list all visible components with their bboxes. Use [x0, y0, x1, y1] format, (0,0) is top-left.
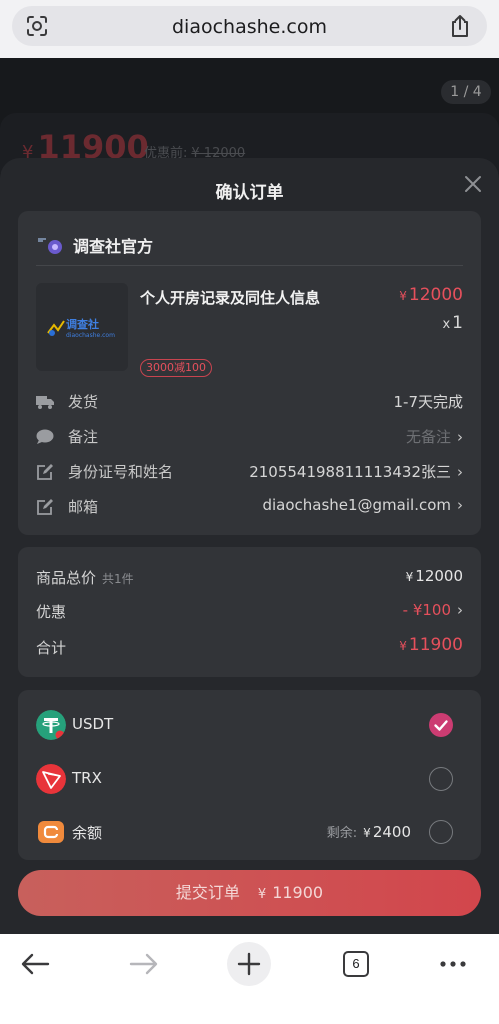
tab-count: 6	[343, 951, 369, 977]
edit-icon	[37, 499, 53, 515]
wallet-icon	[38, 821, 64, 843]
product-thumbnail[interactable]: 调查社 diaochashe.com	[36, 283, 128, 371]
quantity-prefix: x	[442, 317, 451, 332]
chevron-right-icon: ›	[457, 463, 463, 481]
email-row[interactable]: 邮箱 diaochashe1@gmail.com ›	[36, 496, 463, 518]
shop-name: 调查社官方	[73, 237, 154, 256]
browser-bottom-bar: 6	[0, 934, 499, 1024]
discount-label: 优惠	[36, 603, 67, 621]
coupon-badge: 3000减100	[140, 359, 212, 377]
brand-logo-name: 调查社	[66, 317, 99, 331]
delivery-row: 发货 1-7天完成	[36, 391, 463, 413]
comment-icon	[36, 429, 54, 444]
sum-symbol: ¥	[399, 639, 407, 653]
remark-label: 备注	[68, 428, 99, 446]
id-name-value-text: 210554198811113432张三	[249, 463, 451, 481]
forward-arrow-icon[interactable]	[121, 942, 165, 986]
total-count: 共1件	[102, 572, 134, 586]
product-name: 个人开房记录及同住人信息	[140, 289, 321, 307]
balance-radio[interactable]	[429, 820, 453, 844]
product-price: ¥12000	[399, 285, 463, 305]
browser-top-bar: diaochashe.com	[0, 0, 499, 58]
product-price-value: 12000	[408, 285, 463, 305]
discount-row[interactable]: 优惠 - ¥100 ›	[36, 601, 463, 623]
total-row: 商品总价 共1件 ¥12000	[36, 567, 463, 589]
back-arrow-icon[interactable]	[14, 942, 58, 986]
address-bar[interactable]: diaochashe.com	[12, 6, 487, 46]
id-name-value[interactable]: 210554198811113432张三 ›	[249, 461, 463, 482]
chevron-right-icon: ›	[457, 496, 463, 514]
payment-option-trx[interactable]: TRX	[36, 764, 463, 794]
submit-order-button[interactable]: 提交订单 ¥11900	[18, 870, 481, 916]
plus-icon	[237, 952, 261, 976]
balance-remaining: 剩余: ¥2400	[327, 822, 411, 841]
trx-icon	[36, 764, 66, 794]
remark-row[interactable]: 备注 无备注 ›	[36, 426, 463, 448]
new-tab-button[interactable]	[227, 942, 271, 986]
sum-label: 合计	[36, 639, 67, 657]
close-icon[interactable]	[461, 172, 485, 196]
order-card: 调查社官方 调查社 diaochashe.com 个人开房记录及同住人信息 ¥1…	[18, 211, 481, 535]
trx-radio[interactable]	[429, 767, 453, 791]
email-value-text: diaochashe1@gmail.com	[262, 496, 451, 514]
total-value: ¥12000	[406, 567, 463, 585]
balance-remaining-label: 剩余:	[326, 826, 358, 841]
url-text[interactable]: diaochashe.com	[12, 16, 487, 38]
image-pager: 1 / 4	[441, 80, 491, 104]
trx-label: TRX	[72, 769, 102, 787]
brand-logo: 调查社 diaochashe.com	[47, 317, 115, 339]
balance-remaining-value: 2400	[372, 823, 411, 841]
sum-amount: 11900	[408, 635, 463, 655]
id-name-row[interactable]: 身份证号和姓名 210554198811113432张三 ›	[36, 461, 463, 483]
total-amount: 12000	[415, 567, 463, 585]
chevron-right-icon: ›	[457, 428, 463, 446]
more-icon[interactable]	[431, 942, 475, 986]
remark-value[interactable]: 无备注 ›	[406, 426, 463, 447]
confirm-order-sheet: 确认订单 调查社官方 调查社 diaochashe.com 个人开房记录及同住人…	[0, 158, 499, 934]
product-price-symbol: ¥	[399, 289, 407, 303]
usdt-radio[interactable]	[429, 713, 453, 737]
sheet-title: 确认订单	[215, 183, 284, 203]
submit-amount: 11900	[272, 883, 324, 902]
product-quantity: x1	[442, 313, 463, 333]
total-label: 商品总价 共1件	[36, 567, 134, 588]
submit-symbol: ¥	[257, 887, 267, 902]
remark-value-text: 无备注	[405, 428, 451, 446]
delivery-label: 发货	[68, 393, 99, 411]
discount-value[interactable]: - ¥100 ›	[403, 601, 463, 619]
balance-remaining-symbol: ¥	[363, 826, 371, 840]
sum-row: 合计 ¥11900	[36, 635, 463, 659]
brand-logo-url: diaochashe.com	[66, 332, 115, 339]
discount-amount: - ¥100	[402, 601, 451, 619]
delivery-value: 1-7天完成	[393, 393, 464, 411]
quantity-value: 1	[452, 313, 463, 333]
tabs-button[interactable]: 6	[334, 942, 378, 986]
price-summary-card: 商品总价 共1件 ¥12000 优惠 - ¥100 › 合计 ¥11900	[18, 547, 481, 677]
submit-label: 提交订单	[175, 883, 240, 902]
usdt-icon	[36, 710, 66, 740]
edit-icon	[37, 464, 53, 480]
email-value[interactable]: diaochashe1@gmail.com ›	[262, 496, 463, 514]
sum-value: ¥11900	[399, 635, 463, 655]
divider	[36, 265, 463, 266]
check-icon	[434, 720, 448, 731]
payment-option-balance[interactable]: 余额 剩余: ¥2400	[36, 817, 463, 847]
payment-option-usdt[interactable]: USDT	[36, 710, 463, 740]
payment-methods-card: USDT TRX 余额 剩余: ¥2400	[18, 690, 481, 860]
email-label: 邮箱	[68, 498, 99, 516]
total-symbol: ¥	[405, 570, 414, 584]
balance-label: 余额	[72, 824, 103, 842]
truck-icon	[36, 396, 54, 409]
shop-icon	[38, 238, 62, 254]
total-label-text: 商品总价	[36, 569, 97, 587]
id-name-label: 身份证号和姓名	[68, 463, 174, 481]
usdt-label: USDT	[72, 715, 114, 733]
chevron-right-icon: ›	[457, 601, 463, 619]
share-icon[interactable]	[449, 14, 471, 38]
